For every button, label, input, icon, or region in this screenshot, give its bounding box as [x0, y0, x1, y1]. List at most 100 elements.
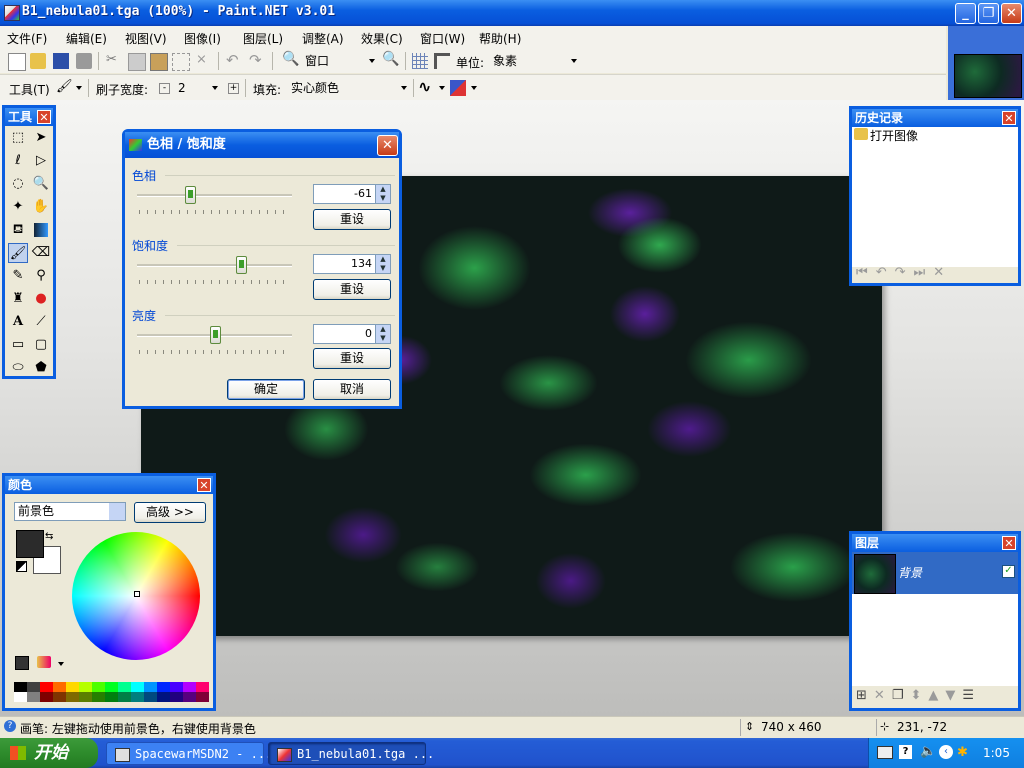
undo-icon[interactable]: ↶	[876, 265, 895, 280]
start-button[interactable]: 开始	[0, 738, 98, 768]
swatch[interactable]	[170, 682, 183, 692]
ok-button[interactable]: 确定	[227, 379, 305, 400]
network-icon[interactable]: ✱	[957, 745, 968, 760]
minimize-button[interactable]: _	[955, 3, 976, 24]
menu-window[interactable]: 窗口(W)	[420, 30, 465, 47]
color-picker-icon[interactable]: ⚲	[31, 266, 51, 286]
swatch[interactable]	[79, 682, 92, 692]
menu-edit[interactable]: 编辑(E)	[66, 30, 107, 47]
swatch[interactable]	[196, 692, 209, 702]
hue-slider-track[interactable]	[137, 194, 292, 197]
swatch[interactable]	[144, 682, 157, 692]
menu-image[interactable]: 图像(I)	[184, 30, 221, 47]
swatch[interactable]	[131, 692, 144, 702]
open-folder-icon[interactable]	[30, 53, 46, 69]
menu-adjustments[interactable]: 调整(A)	[302, 30, 344, 47]
swatch[interactable]	[157, 682, 170, 692]
swatch[interactable]	[53, 692, 66, 702]
redo-icon[interactable]: ↷	[249, 51, 265, 69]
show-hidden-icons-chevron-icon[interactable]: ‹	[939, 745, 953, 759]
delete-layer-icon[interactable]: ✕	[874, 688, 892, 703]
swatch[interactable]	[118, 692, 131, 702]
advanced-colors-button[interactable]: 高级 >>	[134, 502, 206, 523]
reset-colors-icon[interactable]	[16, 561, 27, 572]
zoom-select[interactable]: 窗口	[305, 52, 377, 70]
merge-layer-down-icon[interactable]: ⬍	[910, 688, 928, 703]
menu-effects[interactable]: 效果(C)	[361, 30, 403, 47]
text-tool-icon[interactable]: A	[8, 312, 28, 332]
rectangle-select-icon[interactable]: ⬚	[8, 128, 28, 148]
swatch[interactable]	[183, 692, 196, 702]
color-target-select[interactable]: 前景色	[14, 502, 126, 521]
duplicate-layer-icon[interactable]: ❐	[892, 688, 911, 703]
ellipse-select-icon[interactable]: ◌	[8, 174, 28, 194]
save-icon[interactable]	[53, 53, 69, 69]
swatch[interactable]	[40, 692, 53, 702]
units-select[interactable]: 象素	[493, 52, 579, 70]
palette-menu-icon[interactable]	[37, 656, 51, 668]
lightness-reset-button[interactable]: 重设	[313, 348, 391, 369]
eraser-icon[interactable]: ⌫	[31, 243, 51, 263]
pencil-icon[interactable]: ✎	[8, 266, 28, 286]
tools-palette-close-icon[interactable]: ✕	[37, 110, 51, 124]
swatch[interactable]	[105, 682, 118, 692]
swatch[interactable]	[92, 682, 105, 692]
move-layer-up-icon[interactable]: ▲	[928, 688, 945, 703]
move-selection-icon[interactable]: ▷	[31, 151, 51, 171]
layer-visibility-checkbox[interactable]: ✓	[1002, 565, 1015, 578]
move-selected-icon[interactable]: ➤	[31, 128, 51, 148]
swatch[interactable]	[144, 692, 157, 702]
line-curve-icon[interactable]: ⟋	[31, 312, 51, 332]
brush-width-decrease-button[interactable]: -	[159, 83, 170, 94]
swatch[interactable]	[196, 682, 209, 692]
move-layer-down-icon[interactable]: ▼	[945, 688, 962, 703]
rewind-icon[interactable]: ⏮	[856, 265, 876, 280]
antialiasing-dropdown-arrow[interactable]	[439, 86, 445, 90]
zoom-in-icon[interactable]: 🔍	[382, 51, 399, 67]
rulers-icon[interactable]	[434, 53, 450, 69]
swatch[interactable]	[105, 692, 118, 702]
colors-palette-close-icon[interactable]: ✕	[197, 478, 211, 492]
swatch[interactable]	[40, 682, 53, 692]
taskbar-item-paintnet[interactable]: B1_nebula01.tga ...	[268, 742, 434, 765]
saturation-slider-track[interactable]	[137, 264, 292, 267]
paint-bucket-icon[interactable]: ⛾	[8, 220, 28, 240]
menu-layers[interactable]: 图层(L)	[243, 30, 283, 47]
delete-history-icon[interactable]: ✕	[933, 265, 952, 280]
grid-icon[interactable]	[412, 53, 428, 69]
swatch[interactable]	[157, 692, 170, 702]
swatch[interactable]	[66, 692, 79, 702]
menu-file[interactable]: 文件(F)	[7, 30, 47, 47]
saturation-slider-thumb[interactable]	[235, 256, 247, 274]
close-button[interactable]: ✕	[1001, 3, 1022, 24]
hue-spinner[interactable]: ▲ ▼	[375, 185, 390, 203]
ellipse-shape-icon[interactable]: ⬭	[8, 358, 28, 378]
swatch[interactable]	[14, 682, 27, 692]
brush-width-increase-button[interactable]: +	[228, 83, 239, 94]
saturation-spinner[interactable]: ▲ ▼	[375, 255, 390, 273]
clone-stamp-icon[interactable]: ♜	[8, 289, 28, 309]
fast-forward-icon[interactable]: ⏭	[914, 265, 934, 280]
freeform-shape-icon[interactable]: ⬟	[31, 358, 51, 378]
volume-icon[interactable]: 🔈	[920, 744, 936, 759]
primary-color-swatch[interactable]	[16, 530, 44, 558]
zoom-tool-icon[interactable]: 🔍	[31, 174, 51, 194]
swatch[interactable]	[92, 692, 105, 702]
clock[interactable]: 1:05	[983, 746, 1010, 760]
recolor-icon[interactable]: ●	[31, 289, 51, 309]
rectangle-shape-icon[interactable]: ▭	[8, 335, 28, 355]
deselect-icon[interactable]: ⨯	[196, 52, 212, 68]
dialog-close-button[interactable]: ✕	[377, 135, 398, 156]
tool-label[interactable]: 工具(T)	[9, 81, 50, 98]
fill-select[interactable]: 实心颜色	[291, 79, 409, 97]
taskbar-item-spacewar[interactable]: SpacewarMSDN2 - ...	[106, 742, 272, 765]
cancel-button[interactable]: 取消	[313, 379, 391, 400]
swatch[interactable]	[27, 682, 40, 692]
history-palette-close-icon[interactable]: ✕	[1002, 111, 1016, 125]
paintbrush-tool-icon[interactable]: 🖌	[8, 243, 28, 263]
saturation-value-field[interactable]: 134 ▲ ▼	[313, 254, 391, 274]
color-wheel-cursor[interactable]	[134, 591, 140, 597]
add-palette-color-icon[interactable]	[15, 656, 29, 670]
hue-value-field[interactable]: -61 ▲ ▼	[313, 184, 391, 204]
gradient-icon[interactable]	[34, 223, 48, 237]
